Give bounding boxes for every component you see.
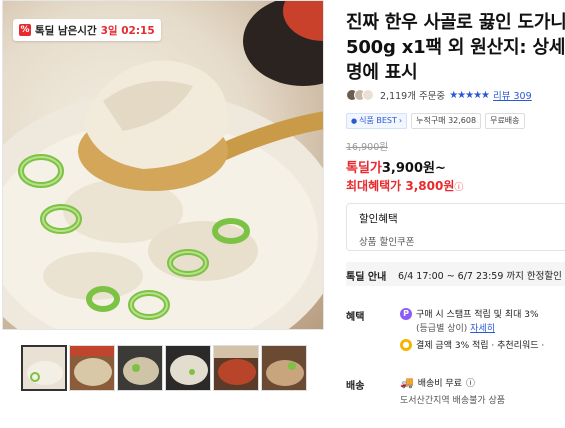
shipping-label: 배송 [346,381,365,392]
point-icon: P [400,307,412,320]
max-benefit-price: 3,800원 [405,179,455,193]
shipping-method: 🚚 배송비 무료 ⓘ [400,376,475,389]
product-tags: 식품 BEST› 누적구매 32,608 무료배송 [346,113,525,129]
max-benefit-label: 최대혜택가 [346,179,402,193]
timer-label: 톡딜 남은시간 [35,24,97,37]
deal-price: 3,900원~ [381,161,446,176]
coupon-item: 상품 할인쿠폰 [359,237,415,248]
review-summary: 2,119개 주문중 ★★★★★ 리뷰 309 [346,88,532,102]
deal-timer-badge: % 톡딜 남은시간 3일 02:15 [13,19,161,41]
benefit-label: 혜택 [346,312,365,323]
shipping-note: 도서산간지역 배송불가 상품 [400,396,506,406]
cumulative-purchase-tag: 누적구매 32,608 [411,113,482,129]
free-shipping-tag: 무료배송 [485,113,525,129]
thumbnail-5[interactable] [213,345,259,391]
discount-heading: 할인혜택 [359,213,398,225]
soup-photo [3,1,323,329]
product-title: 진짜 한우 사골로 끓인 도가니탕 500g x1팩 외 원산지: 상세설명에 … [346,12,565,83]
thumbnail-4[interactable] [165,345,211,391]
deal-notice: 톡딜 안내 6/4 17:00 ~ 6/7 23:59 까지 한정할인 [346,262,565,286]
buyer-avatars [346,89,374,101]
thumbnail-strip [21,345,307,391]
percent-icon: % [19,24,31,36]
notice-text: 6/4 17:00 ~ 6/7 23:59 까지 한정할인 [398,271,562,282]
timer-remaining: 3일 02:15 [100,24,155,37]
thumbnail-2[interactable] [69,345,115,391]
thumbnail-1[interactable] [21,345,67,391]
rating-stars: ★★★★★ [449,89,490,101]
coin-icon: ● [400,338,412,351]
order-count: 2,119개 주문중 [380,91,446,102]
best-category-tag[interactable]: 식품 BEST› [346,113,408,129]
thumbnail-3[interactable] [117,345,163,391]
thumbnail-6[interactable] [261,345,307,391]
payment-benefit: ● 결제 금액 3% 적립 · 추천리워드 · [400,338,544,351]
stamp-benefit: P 구매 시 스탬프 적립 및 최대 3% [400,307,539,320]
main-product-image[interactable]: % 톡딜 남은시간 3일 02:15 [2,0,324,330]
details-link[interactable]: 자세히 [470,324,495,334]
chevron-right-icon: › [398,116,403,125]
discount-benefit-box[interactable]: 할인혜택 상품 할인쿠폰 [346,203,565,251]
truck-icon: 🚚 [400,376,414,389]
info-icon[interactable]: ⓘ [466,376,475,389]
deal-label: 톡딜가 [346,161,382,176]
deal-price-row: 톡딜가3,900원~ [346,157,446,176]
review-link[interactable]: 리뷰 309 [493,88,532,102]
max-benefit-row[interactable]: 최대혜택가 3,800원ⓘ [346,177,463,194]
notice-label: 톡딜 안내 [346,272,387,283]
stamp-benefit-sub: (등급별 상이) 자세히 [416,324,496,334]
original-price: 16,900원 [346,142,388,153]
info-icon[interactable]: ⓘ [454,183,463,193]
